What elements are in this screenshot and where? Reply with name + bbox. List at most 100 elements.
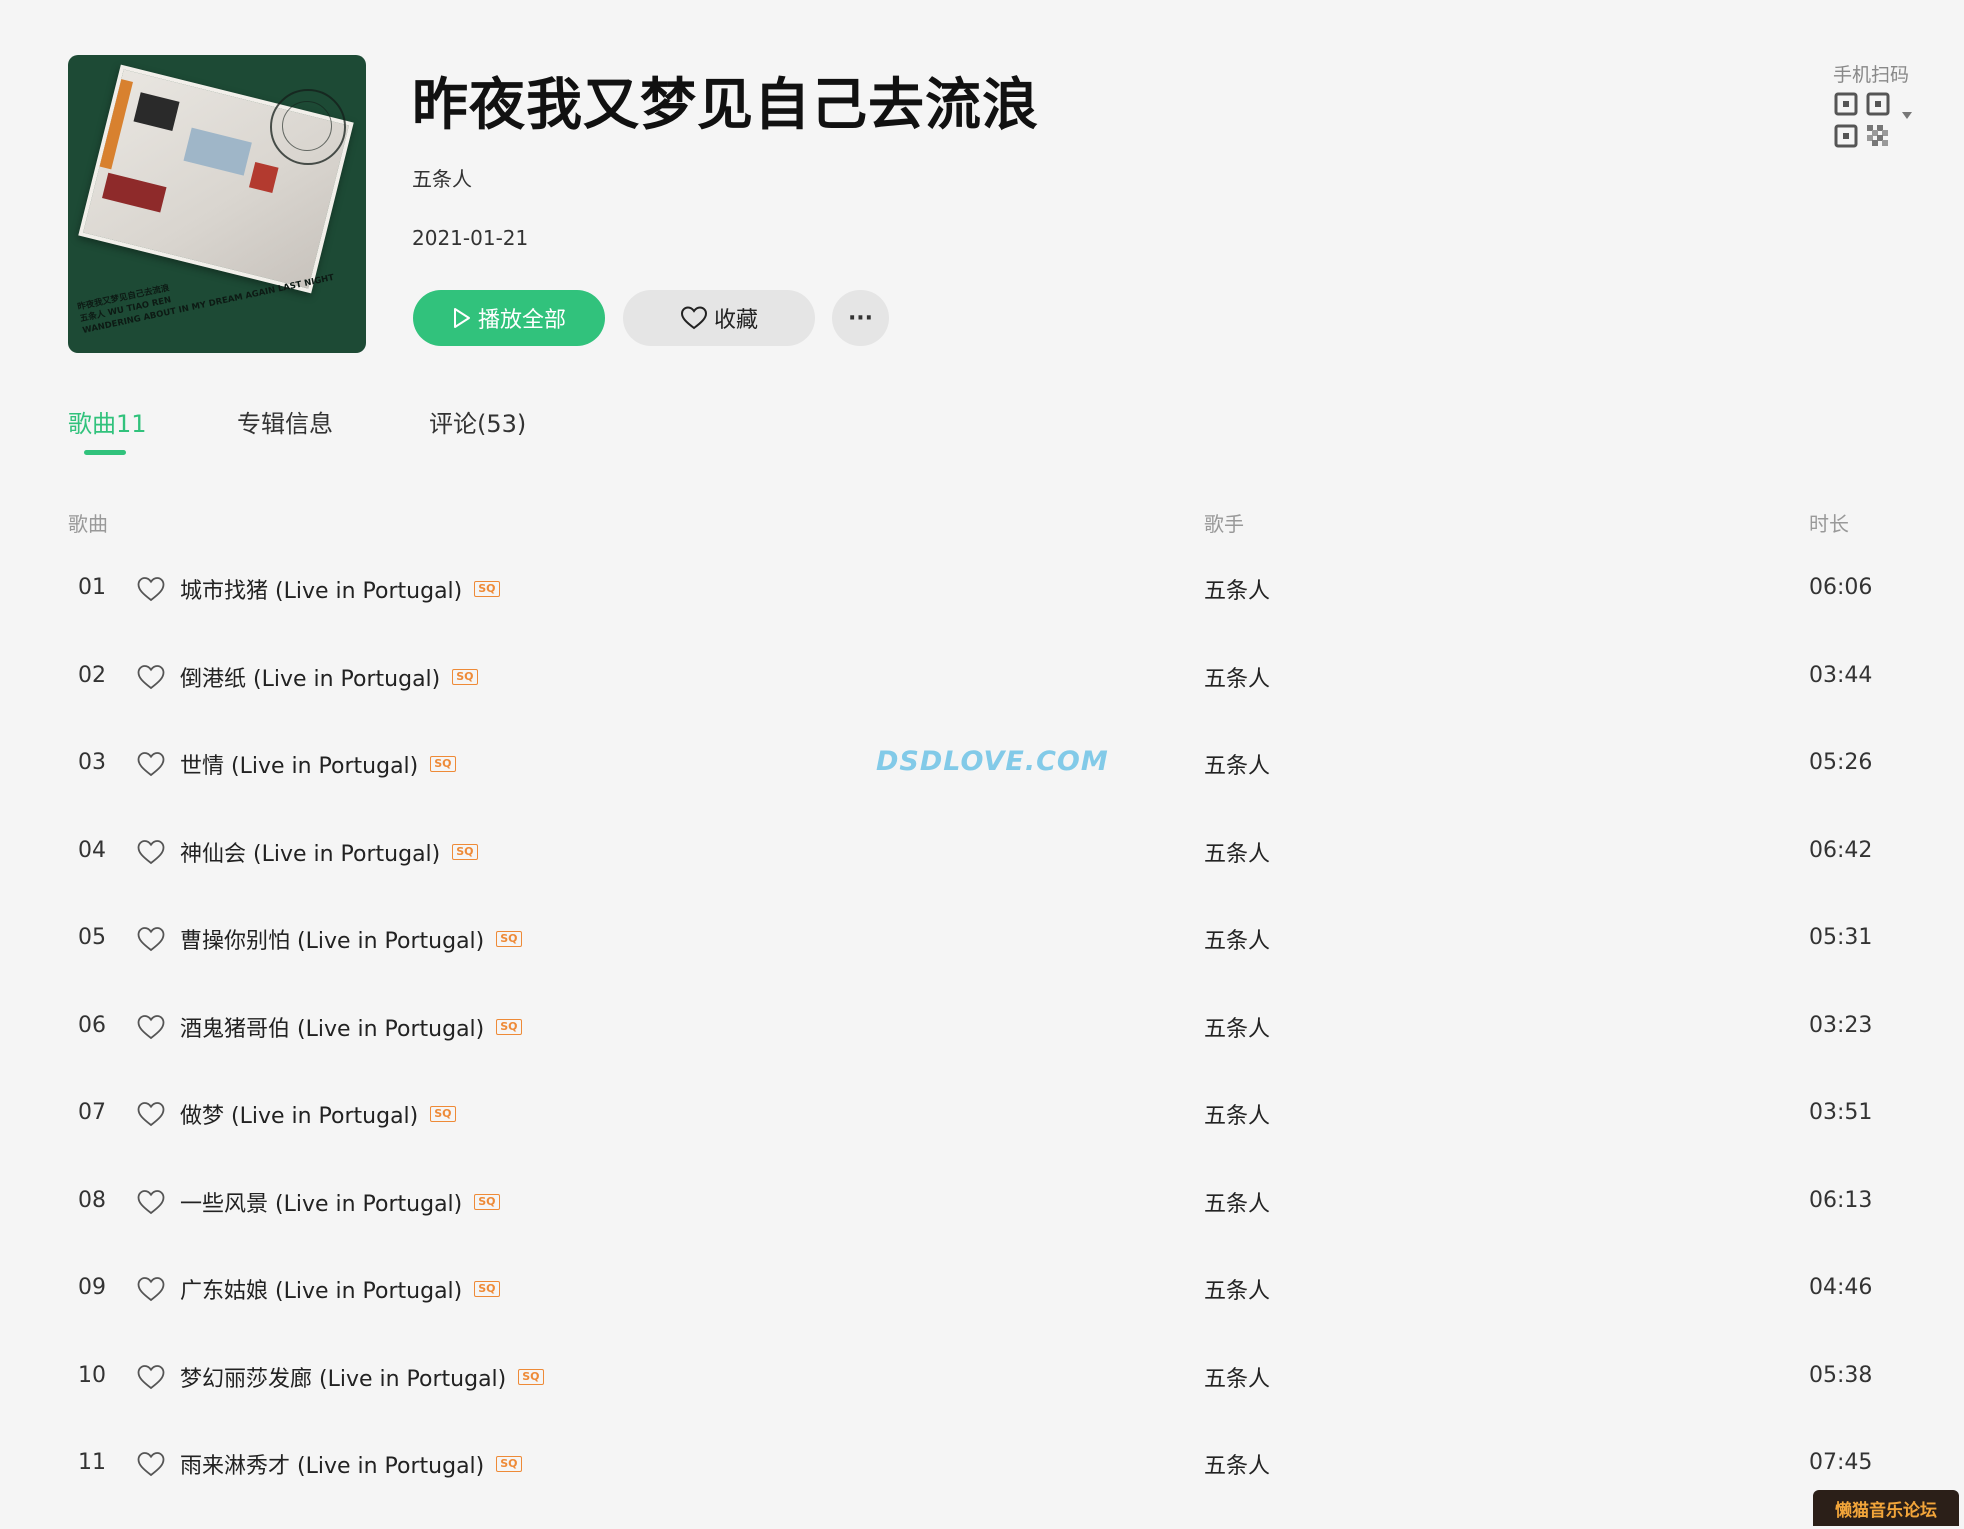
- sq-quality-badge: SQ: [452, 668, 478, 685]
- track-singer[interactable]: 五条人: [1204, 1098, 1270, 1130]
- track-row[interactable]: 06 酒鬼猪哥伯 (Live in Portugal) SQ 五条人 03:23: [0, 991, 1964, 1079]
- track-row[interactable]: 07 做梦 (Live in Portugal) SQ 五条人 03:51: [0, 1078, 1964, 1166]
- track-duration: 03:44: [1809, 662, 1873, 688]
- heart-outline-icon[interactable]: [136, 575, 166, 603]
- sq-quality-badge: SQ: [496, 1018, 522, 1035]
- track-row[interactable]: 04 神仙会 (Live in Portugal) SQ 五条人 06:42: [0, 816, 1964, 904]
- sq-quality-badge: SQ: [496, 931, 522, 947]
- track-number: 06: [78, 1012, 106, 1038]
- heart-outline-icon[interactable]: [136, 925, 166, 953]
- track-title[interactable]: 梦幻丽莎发廊 (Live in Portugal) SQ: [180, 1361, 544, 1393]
- track-singer[interactable]: 五条人: [1204, 836, 1270, 868]
- track-number: 10: [78, 1362, 106, 1388]
- album-artist[interactable]: 五条人: [412, 163, 472, 192]
- favorite-button[interactable]: 收藏: [623, 290, 815, 346]
- favorite-label: 收藏: [713, 308, 758, 333]
- track-duration: 05:38: [1809, 1362, 1873, 1388]
- track-singer[interactable]: 五条人: [1204, 1361, 1270, 1393]
- tab-songs[interactable]: 歌曲11: [68, 404, 147, 439]
- track-singer[interactable]: 五条人: [1204, 923, 1270, 955]
- play-icon: [452, 307, 472, 329]
- track-singer[interactable]: 五条人: [1204, 1186, 1270, 1218]
- sq-quality-badge: SQ: [474, 1281, 500, 1297]
- sq-quality-badge: SQ: [430, 1106, 456, 1122]
- heart-outline-icon[interactable]: [136, 1013, 166, 1041]
- track-list: 01 城市找猪 (Live in Portugal) SQ 五条人 06:06 0…: [0, 553, 1964, 1516]
- track-duration: 06:06: [1809, 575, 1873, 600]
- album-cover: 昨夜我又梦见自己去流浪 五条人 WU TIAO REN WANDERING AB…: [68, 55, 366, 353]
- track-title[interactable]: 世情 (Live in Portugal) SQ: [180, 748, 456, 780]
- track-number: 08: [78, 1187, 106, 1213]
- track-singer[interactable]: 五条人: [1204, 748, 1270, 780]
- chevron-down-icon[interactable]: [1902, 112, 1912, 119]
- more-button[interactable]: ···: [832, 290, 889, 346]
- track-row[interactable]: 02 倒港纸 (Live in Portugal) SQ 五条人 03:44: [0, 641, 1964, 729]
- cover-stamp: [270, 89, 346, 165]
- track-singer[interactable]: 五条人: [1204, 661, 1270, 693]
- track-title[interactable]: 广东姑娘 (Live in Portugal) SQ: [180, 1273, 500, 1305]
- track-singer[interactable]: 五条人: [1204, 1011, 1270, 1043]
- track-singer[interactable]: 五条人: [1204, 1273, 1270, 1305]
- track-number: 09: [78, 1275, 106, 1300]
- track-title[interactable]: 倒港纸 (Live in Portugal) SQ: [180, 661, 478, 693]
- track-number: 11: [78, 1450, 106, 1475]
- track-title[interactable]: 酒鬼猪哥伯 (Live in Portugal) SQ: [180, 1011, 522, 1043]
- heart-outline-icon[interactable]: [136, 1275, 166, 1303]
- track-singer[interactable]: 五条人: [1204, 1448, 1270, 1480]
- track-row[interactable]: 11 雨来淋秀才 (Live in Portugal) SQ 五条人 07:45: [0, 1428, 1964, 1516]
- column-header-song: 歌曲: [68, 512, 108, 536]
- track-row[interactable]: 05 曹操你别怕 (Live in Portugal) SQ 五条人 05:31: [0, 903, 1964, 991]
- track-duration: 07:45: [1809, 1450, 1873, 1475]
- heart-outline-icon: [680, 305, 708, 331]
- track-row[interactable]: 01 城市找猪 (Live in Portugal) SQ 五条人 06:06: [0, 553, 1964, 641]
- release-date: 2021-01-21: [412, 226, 529, 250]
- sq-quality-badge: SQ: [474, 1193, 500, 1210]
- heart-outline-icon[interactable]: [136, 1188, 166, 1216]
- track-title[interactable]: 一些风景 (Live in Portugal) SQ: [180, 1186, 500, 1218]
- track-list-header: 歌曲 歌手 时长: [0, 508, 1964, 538]
- heart-outline-icon[interactable]: [136, 1100, 166, 1128]
- track-title[interactable]: 做梦 (Live in Portugal) SQ: [180, 1098, 456, 1130]
- track-duration: 03:23: [1809, 1012, 1873, 1038]
- tab-bar: 歌曲11 专辑信息 评论(53): [68, 404, 668, 464]
- play-all-button[interactable]: 播放全部: [413, 290, 605, 346]
- track-singer[interactable]: 五条人: [1204, 573, 1270, 605]
- more-icon: ···: [847, 305, 874, 331]
- track-duration: 04:46: [1809, 1275, 1873, 1300]
- track-row[interactable]: 09 广东姑娘 (Live in Portugal) SQ 五条人 04:46: [0, 1253, 1964, 1341]
- active-tab-indicator: [84, 450, 126, 455]
- track-number: 04: [78, 837, 106, 863]
- tab-comments[interactable]: 评论(53): [429, 404, 526, 439]
- qr-label: 手机扫码: [1833, 64, 1910, 86]
- track-number: 01: [78, 575, 106, 600]
- tab-album-info[interactable]: 专辑信息: [237, 404, 333, 439]
- sq-quality-badge: SQ: [474, 581, 500, 597]
- heart-outline-icon[interactable]: [136, 663, 166, 691]
- column-header-singer: 歌手: [1204, 512, 1244, 536]
- sq-quality-badge: SQ: [518, 1368, 544, 1385]
- track-duration: 06:42: [1809, 837, 1873, 863]
- track-row[interactable]: 10 梦幻丽莎发廊 (Live in Portugal) SQ 五条人 05:38: [0, 1341, 1964, 1429]
- sq-quality-badge: SQ: [452, 843, 478, 860]
- sq-quality-badge: SQ: [430, 756, 456, 772]
- track-title[interactable]: 曹操你别怕 (Live in Portugal) SQ: [180, 923, 522, 955]
- site-watermark: DSDLOVE.COM: [876, 746, 1109, 777]
- heart-outline-icon[interactable]: [136, 838, 166, 866]
- track-number: 03: [78, 750, 106, 775]
- track-row[interactable]: 08 一些风景 (Live in Portugal) SQ 五条人 06:13: [0, 1166, 1964, 1254]
- column-header-duration: 时长: [1809, 512, 1849, 536]
- track-duration: 03:51: [1809, 1100, 1873, 1125]
- forum-badge: 懒猫音乐论坛: [1813, 1490, 1959, 1526]
- qr-code-icon[interactable]: [1834, 92, 1890, 148]
- track-number: 02: [78, 662, 106, 688]
- play-all-label: 播放全部: [477, 308, 566, 333]
- heart-outline-icon[interactable]: [136, 750, 166, 778]
- heart-outline-icon[interactable]: [136, 1363, 166, 1391]
- track-title[interactable]: 神仙会 (Live in Portugal) SQ: [180, 836, 478, 868]
- track-number: 05: [78, 925, 106, 950]
- track-title[interactable]: 城市找猪 (Live in Portugal) SQ: [180, 573, 500, 605]
- heart-outline-icon[interactable]: [136, 1450, 166, 1478]
- track-duration: 06:13: [1809, 1187, 1873, 1213]
- album-title: 昨夜我又梦见自己去流浪: [412, 73, 1039, 138]
- track-title[interactable]: 雨来淋秀才 (Live in Portugal) SQ: [180, 1448, 522, 1480]
